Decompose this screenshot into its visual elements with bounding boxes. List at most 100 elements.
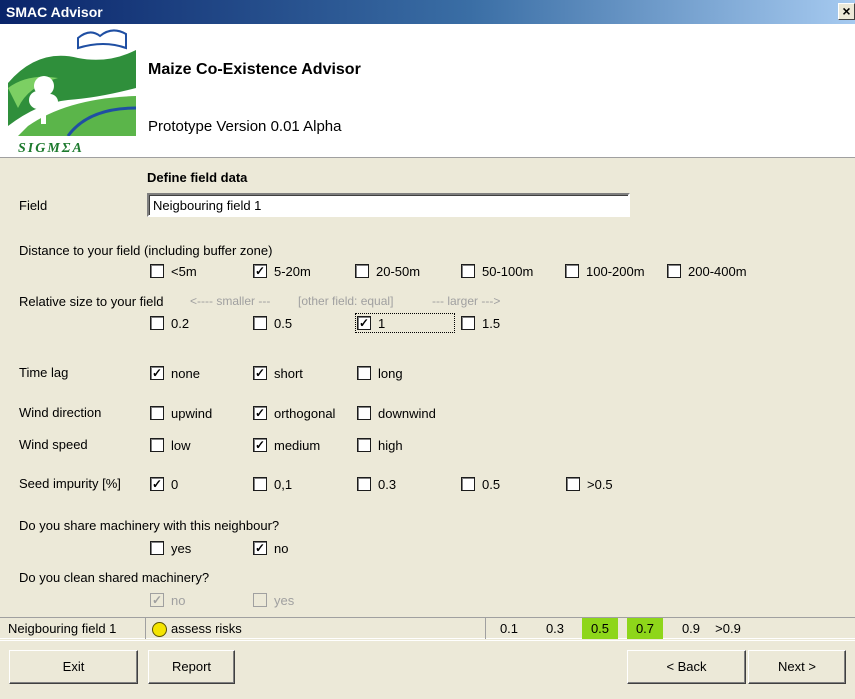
exit-button[interactable]: Exit [9, 650, 138, 684]
option-label: no [274, 540, 289, 556]
seed-impurity-option-0[interactable]: ✓ 0 [150, 476, 178, 492]
checkbox[interactable] [150, 264, 164, 278]
status-bar: Neigbouring field 1 assess risks 0.1 0.3… [0, 617, 855, 639]
seed-impurity-option-0-5[interactable]: 0.5 [461, 476, 500, 492]
distance-option-100-200[interactable]: 100-200m [565, 263, 645, 279]
checkbox[interactable]: ✓ [357, 316, 371, 330]
wind-direction-option-orthogonal[interactable]: ✓ orthogonal [253, 405, 335, 421]
distance-label: Distance to your field (including buffer… [19, 243, 273, 258]
option-label: 0,1 [274, 476, 293, 492]
checkbox[interactable] [667, 264, 681, 278]
checkbox[interactable] [357, 406, 371, 420]
option-label: low [171, 437, 191, 453]
time-lag-option-none[interactable]: ✓ none [150, 365, 200, 381]
seed-impurity-option-0-3[interactable]: 0.3 [357, 476, 396, 492]
checkbox[interactable] [565, 264, 579, 278]
option-label: >0.5 [587, 476, 613, 492]
size-option-0-2[interactable]: 0.2 [150, 315, 189, 331]
checkbox[interactable] [566, 477, 580, 491]
hint-larger: --- larger ---> [432, 294, 501, 308]
option-label: medium [274, 437, 321, 453]
checkbox[interactable] [461, 316, 475, 330]
risk-scale-gt0-9: >0.9 [715, 621, 741, 636]
checkbox[interactable]: ✓ [150, 593, 164, 607]
option-label: 0.5 [274, 315, 293, 331]
checkbox[interactable]: ✓ [253, 406, 267, 420]
distance-option-5-20[interactable]: ✓ 5-20m [253, 263, 311, 279]
distance-option-200-400[interactable]: 200-400m [667, 263, 747, 279]
hint-equal: [other field: equal] [298, 294, 394, 308]
option-label: yes [274, 592, 295, 608]
clean-machinery-option-no[interactable]: ✓ no [150, 592, 185, 608]
risk-scale-0-5: 0.5 [582, 618, 618, 639]
share-machinery-option-yes[interactable]: yes [150, 540, 191, 556]
option-label: orthogonal [274, 405, 336, 421]
risk-scale-0-7: 0.7 [627, 618, 663, 639]
seed-impurity-option-gt0-5[interactable]: >0.5 [566, 476, 613, 492]
checkbox[interactable]: ✓ [253, 366, 267, 380]
assess-risks-label: assess risks [171, 621, 242, 636]
checkbox[interactable]: ✓ [253, 264, 267, 278]
wind-speed-option-medium[interactable]: ✓ medium [253, 437, 320, 453]
assess-risks-button[interactable]: assess risks [146, 618, 486, 639]
checkbox[interactable] [461, 477, 475, 491]
option-label: short [274, 365, 303, 381]
distance-option-20-50[interactable]: 20-50m [355, 263, 420, 279]
option-label: downwind [378, 405, 436, 421]
option-label: 0.2 [171, 315, 190, 331]
option-label: 0 [171, 476, 179, 492]
seed-impurity-label: Seed impurity [%] [19, 476, 121, 491]
checkbox[interactable]: ✓ [253, 541, 267, 555]
checkbox[interactable] [355, 264, 369, 278]
checkbox[interactable] [253, 316, 267, 330]
size-option-1-5[interactable]: 1.5 [461, 315, 500, 331]
checkbox[interactable] [253, 593, 267, 607]
time-lag-option-short[interactable]: ✓ short [253, 365, 303, 381]
distance-option-lt5[interactable]: <5m [150, 263, 197, 279]
field-label: Field [19, 198, 48, 213]
option-label: 100-200m [586, 263, 645, 279]
checkbox[interactable] [461, 264, 475, 278]
option-label: long [378, 365, 403, 381]
checkbox[interactable] [150, 316, 164, 330]
checkbox[interactable]: ✓ [150, 477, 164, 491]
checkbox[interactable] [357, 366, 371, 380]
seed-impurity-option-0-1[interactable]: 0,1 [253, 476, 292, 492]
wind-direction-option-upwind[interactable]: upwind [150, 405, 212, 421]
checkbox[interactable] [357, 438, 371, 452]
option-label: none [171, 365, 200, 381]
next-button[interactable]: Next > [748, 650, 846, 684]
size-option-1[interactable]: ✓ 1 [355, 313, 455, 333]
wind-direction-option-downwind[interactable]: downwind [357, 405, 436, 421]
section-title: Define field data [147, 170, 248, 185]
field-name-input[interactable] [147, 193, 630, 217]
checkbox[interactable] [253, 477, 267, 491]
option-label: no [171, 592, 186, 608]
share-machinery-option-no[interactable]: ✓ no [253, 540, 288, 556]
clean-machinery-option-yes[interactable]: yes [253, 592, 294, 608]
risk-scale-0-1: 0.1 [499, 621, 519, 636]
back-button[interactable]: < Back [627, 650, 746, 684]
option-label: 0.3 [378, 476, 397, 492]
checkbox[interactable]: ✓ [150, 366, 164, 380]
checkbox[interactable] [150, 541, 164, 555]
size-option-0-5[interactable]: 0.5 [253, 315, 292, 331]
hint-smaller: <---- smaller --- [190, 294, 271, 308]
wind-speed-option-low[interactable]: low [150, 437, 191, 453]
wind-speed-option-high[interactable]: high [357, 437, 403, 453]
risk-scale-0-3: 0.3 [545, 621, 565, 636]
logo-text: SIGMΣA [18, 141, 84, 156]
close-button[interactable]: × [838, 3, 855, 20]
report-button[interactable]: Report [148, 650, 235, 684]
option-label: 50-100m [482, 263, 534, 279]
option-label: high [378, 437, 403, 453]
checkbox[interactable] [357, 477, 371, 491]
relative-size-label: Relative size to your field [19, 294, 164, 309]
time-lag-option-long[interactable]: long [357, 365, 403, 381]
checkbox[interactable]: ✓ [253, 438, 267, 452]
distance-option-50-100[interactable]: 50-100m [461, 263, 533, 279]
checkbox[interactable] [150, 406, 164, 420]
wind-speed-label: Wind speed [19, 437, 88, 452]
checkbox[interactable] [150, 438, 164, 452]
wind-direction-label: Wind direction [19, 405, 102, 420]
